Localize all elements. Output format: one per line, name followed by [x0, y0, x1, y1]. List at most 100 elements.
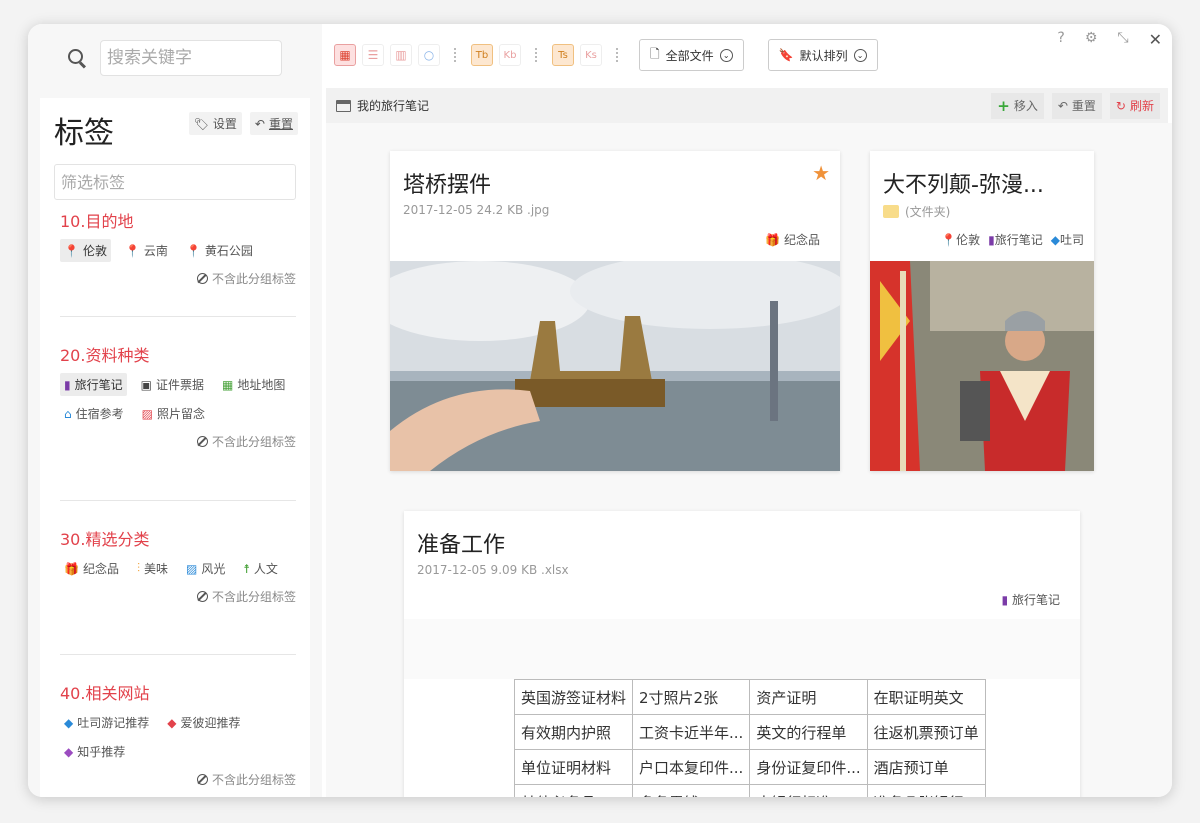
tag-chip[interactable]: ▣ 证件票据 — [137, 373, 208, 396]
search-icon[interactable] — [66, 47, 88, 69]
tag-chip-label: 人文 — [253, 562, 278, 576]
breadcrumb-bar: 我的旅行笔记 + 移入 ↶ 重置 ↻ 刷新 — [326, 88, 1168, 123]
tag-chip[interactable]: ▦ 地址地图 — [218, 373, 289, 396]
move-in-label: 移入 — [1013, 99, 1038, 113]
reset-button[interactable]: ↶ 重置 — [1051, 92, 1102, 119]
circle-view-icon[interactable]: ○ — [418, 44, 440, 66]
column-view-icon[interactable]: ▥ — [390, 44, 412, 66]
grid-view-icon[interactable]: ▦ — [334, 44, 356, 66]
card-title: 塔桥摆件 — [403, 173, 492, 198]
sort-tag-icon[interactable]: Ts — [552, 44, 574, 66]
tag-group: 30.精选分类 🎁 纪念品 ⫶ 美味 ▨ 风光 ☨ 人文不含此分组标签 — [60, 526, 296, 605]
exclude-group-toggle[interactable]: 不含此分组标签 — [60, 270, 296, 287]
notebook-icon: ▮ — [1001, 593, 1009, 607]
table-cell: 户口本复印件... — [632, 749, 751, 785]
refresh-label: 刷新 — [1129, 99, 1154, 113]
tag-chip-list: ◆ 吐司游记推荐 ◆ 爱彼迎推荐 ◆ 知乎推荐 — [60, 711, 296, 763]
tag-group-title[interactable]: 20.资料种类 — [60, 342, 296, 366]
cutlery-icon: ⫶ — [136, 561, 140, 575]
tag-chip[interactable]: ◆ 吐司游记推荐 — [60, 711, 153, 734]
tag-mode-icon[interactable]: Tb — [471, 44, 493, 66]
card-tag-label: 纪念品 — [783, 233, 820, 247]
table-row: 英国游签证材料 2寸照片2张 资产证明 在职证明英文 — [513, 679, 986, 715]
tag-group-title[interactable]: 40.相关网站 — [60, 680, 296, 704]
card-title: 大不列颠-弥漫... — [883, 173, 1044, 198]
tag-chip[interactable]: ▮ 旅行笔记 — [60, 373, 127, 396]
pin-icon: 📍 — [185, 243, 201, 258]
card-meta: 2017-12-05 24.2 KB .jpg — [403, 203, 550, 217]
card-tag[interactable]: 📍伦敦 — [941, 231, 980, 248]
card-tag[interactable]: ◆吐司 — [1051, 231, 1084, 248]
card-tag-label: 伦敦 — [956, 233, 981, 247]
sort-dropdown[interactable]: 🔖 默认排列 ⌄ — [767, 39, 878, 71]
refresh-button[interactable]: ↻ 刷新 — [1109, 92, 1160, 119]
exclude-group-label: 不含此分组标签 — [211, 272, 296, 286]
tag-chip[interactable]: ◆ 知乎推荐 — [60, 740, 129, 763]
view-toolbar: ▦ ☰ ▥ ○ Tb Kb Ts Ks 🗋 全部文件 ⌄ 🔖 默认排列 ⌄ — [334, 39, 878, 71]
tag-chip[interactable]: ▨ 照片留念 — [138, 402, 209, 425]
ban-icon — [196, 774, 208, 785]
refresh-icon: ↻ — [1115, 98, 1126, 113]
star-icon[interactable]: ★ — [812, 161, 830, 185]
chevron-down-icon: ⌄ — [719, 48, 733, 62]
tag-chip[interactable]: ◆ 爱彼迎推荐 — [163, 711, 244, 734]
tag-chip-label: 美味 — [143, 562, 168, 576]
list-view-icon[interactable]: ☰ — [362, 44, 384, 66]
tag-chip-label: 吐司游记推荐 — [77, 716, 150, 730]
move-in-button[interactable]: + 移入 — [991, 92, 1044, 119]
exclude-group-toggle[interactable]: 不含此分组标签 — [60, 588, 296, 605]
card-tag[interactable]: ▮ 旅行笔记 — [1002, 591, 1060, 608]
undo-icon: ↶ — [1057, 98, 1068, 113]
file-card[interactable]: 准备工作 2017-12-05 9.09 KB .xlsx ▮ 旅行笔记 英国游… — [404, 511, 1080, 797]
file-icon: 🗋 — [650, 46, 660, 61]
file-card[interactable]: 大不列颠-弥漫... (文件夹) 📍伦敦 ▮旅行笔记 ◆吐司 — [870, 151, 1094, 471]
tag-reset-label: 重置 — [268, 117, 293, 131]
card-tag[interactable]: 🎁 纪念品 — [765, 231, 820, 248]
file-card[interactable]: 塔桥摆件 2017-12-05 24.2 KB .jpg ★ 🎁 纪念品 — [390, 151, 840, 471]
tag-chip[interactable]: ▨ 风光 — [182, 557, 229, 580]
search-input[interactable] — [100, 40, 282, 76]
card-tag[interactable]: ▮旅行笔记 — [988, 231, 1043, 248]
breadcrumb[interactable]: 我的旅行笔记 — [336, 97, 429, 114]
sort-label: 默认排列 — [799, 48, 848, 63]
tag-chip[interactable]: 📍 云南 — [121, 239, 172, 262]
exclude-group-label: 不含此分组标签 — [211, 590, 296, 604]
tag-mode-alt-icon[interactable]: Kb — [499, 44, 521, 66]
card-tags: 🎁 纪念品 — [765, 231, 820, 248]
file-filter-dropdown[interactable]: 🗋 全部文件 ⌄ — [639, 39, 744, 71]
tag-chip[interactable]: 📍 黄石公园 — [182, 239, 257, 262]
toolbar-divider — [616, 48, 619, 62]
folder-icon — [883, 205, 899, 218]
tag-panel-title: 标签 — [54, 116, 114, 151]
table-cell: 其他必备品： — [513, 784, 634, 797]
tag-settings-button[interactable]: 🏷 设置 — [188, 112, 242, 135]
help-icon[interactable]: ? — [1057, 30, 1064, 49]
table-row: 单位证明材料 户口本复印件... 身份证复印件... 酒店预订单 — [513, 749, 986, 785]
gear-icon[interactable]: ⚙ — [1085, 30, 1098, 49]
sort-tag-alt-icon[interactable]: Ks — [580, 44, 602, 66]
breadcrumb-actions: + 移入 ↶ 重置 ↻ 刷新 — [991, 92, 1160, 119]
card-meta: (文件夹) — [883, 203, 950, 220]
close-icon[interactable]: ✕ — [1149, 30, 1162, 49]
tag-chip[interactable]: ⫶ 美味 — [133, 557, 172, 580]
card-tags: ▮ 旅行笔记 — [1002, 591, 1060, 608]
tag-chip-label: 旅行笔记 — [74, 378, 123, 392]
id-card-icon: ▣ — [140, 377, 152, 392]
tag-reset-button[interactable]: ↶ 重置 — [249, 112, 298, 135]
shrink-icon[interactable]: ⤡ — [1117, 30, 1128, 49]
tag-chip[interactable]: ☨ 人文 — [239, 557, 282, 580]
tag-chip[interactable]: ⌂ 住宿参考 — [60, 402, 128, 425]
notebook-icon: ▮ — [64, 377, 71, 392]
tag-chip-label: 纪念品 — [82, 562, 119, 576]
pin-icon: 📍 — [941, 233, 957, 247]
tag-chip[interactable]: 📍 伦敦 — [60, 239, 111, 262]
exclude-group-toggle[interactable]: 不含此分组标签 — [60, 433, 296, 450]
tag-filter-input[interactable] — [54, 164, 296, 200]
tag-chip-label: 知乎推荐 — [77, 745, 126, 759]
tag-chip[interactable]: 🎁 纪念品 — [60, 557, 123, 580]
tag-chip-label: 照片留念 — [156, 407, 205, 421]
tag-group-title[interactable]: 30.精选分类 — [60, 526, 296, 550]
spreadsheet-preview: 英国游签证材料 2寸照片2张 资产证明 在职证明英文 有效期内护照 工资卡近半年... 英文… — [513, 679, 986, 797]
tag-group-title[interactable]: 10.目的地 — [60, 208, 296, 232]
exclude-group-toggle[interactable]: 不含此分组标签 — [60, 771, 296, 788]
